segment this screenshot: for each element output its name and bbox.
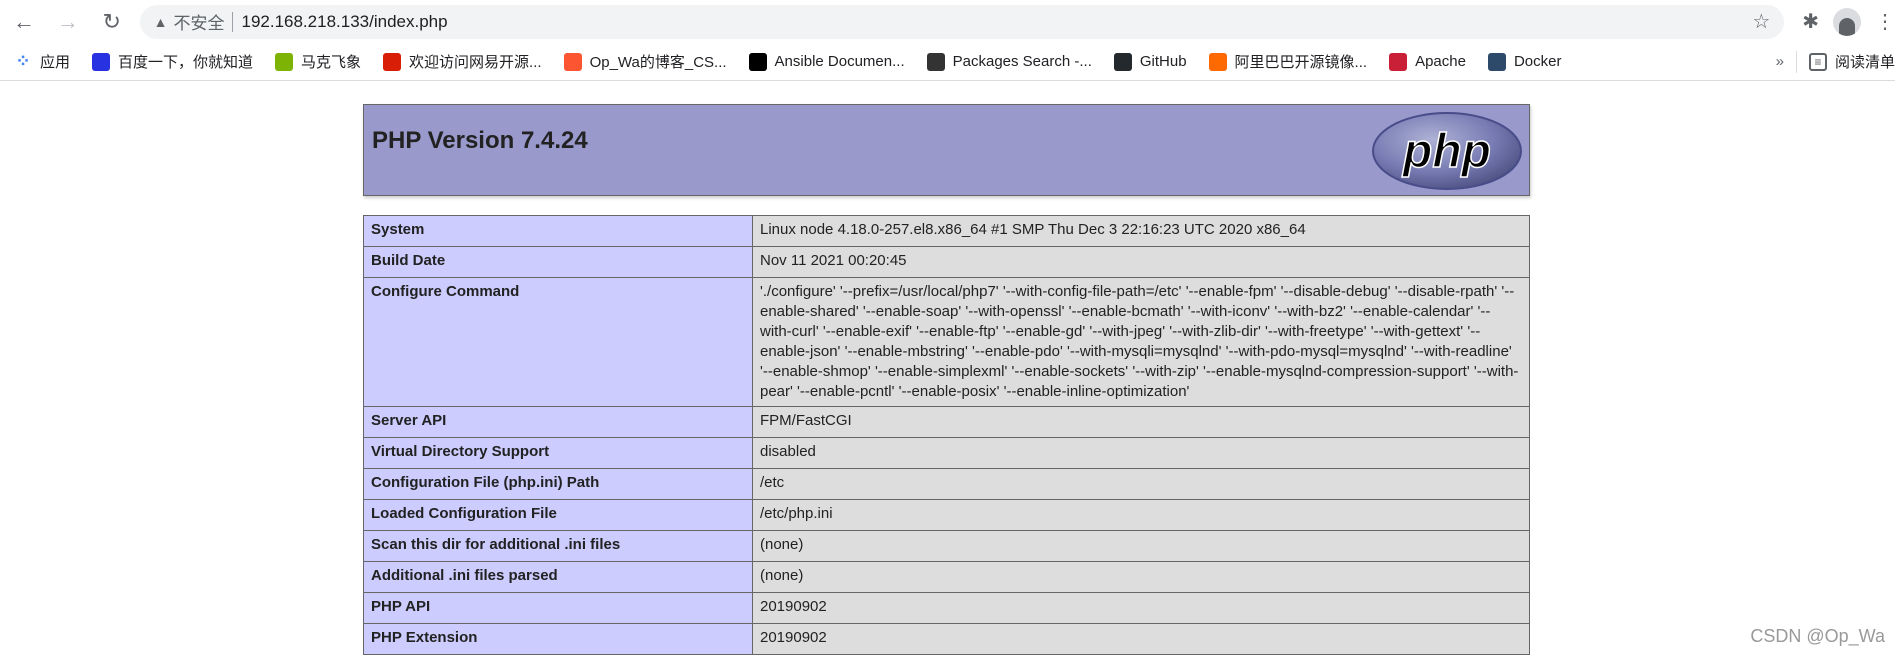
row-key: PHP API [363, 592, 753, 624]
table-row: Configuration File (php.ini) Path/etc [363, 468, 1530, 500]
bookmark-label: 欢迎访问网易开源... [409, 54, 542, 71]
bookmark-item[interactable]: ⁘ 应用 [14, 51, 70, 72]
watermark: CSDN @Op_Wa [1750, 626, 1885, 646]
table-row: Additional .ini files parsed (none) [363, 561, 1530, 593]
row-key: Configuration File (php.ini) Path [363, 468, 753, 500]
table-row: Build Date Nov 11 2021 00:20:45 [363, 246, 1530, 278]
row-key: Build Date [363, 246, 753, 278]
row-value: 20190902 [752, 592, 1530, 624]
address-bar[interactable]: ▲ 不安全 192.168.218.133/index.php ☆ [139, 4, 1785, 39]
reading-list-button[interactable]: ≡ 阅读清单 [1808, 51, 1895, 72]
back-button[interactable]: ← [4, 4, 44, 40]
row-key: Virtual Directory Support [363, 437, 753, 469]
bookmark-item[interactable]: 百度一下，你就知道 [92, 51, 253, 72]
bookmark-item[interactable]: 欢迎访问网易开源... [383, 51, 542, 72]
bookmark-item[interactable]: GitHub [1113, 52, 1187, 71]
docker-icon [1487, 52, 1506, 71]
row-value: './configure' '--prefix=/usr/local/php7'… [752, 277, 1530, 407]
row-key: Scan this dir for additional .ini files [363, 530, 753, 562]
php-version-header: PHP Version 7.4.24 php [363, 104, 1530, 196]
csdn-icon [563, 52, 582, 71]
row-key: Configure Command [363, 277, 753, 407]
url-text[interactable]: 192.168.218.133/index.php [241, 12, 447, 32]
apache-feather-icon [1389, 52, 1408, 71]
bookmark-item[interactable]: 阿里巴巴开源镜像... [1208, 51, 1368, 72]
row-value: FPM/FastCGI [752, 406, 1530, 438]
row-value: /etc/php.ini [752, 499, 1530, 531]
browser-toolbar: ← → ↻ ▲ 不安全 192.168.218.133/index.php ☆ … [0, 0, 1895, 43]
row-key: Loaded Configuration File [363, 499, 753, 531]
bookmark-item[interactable]: 马克飞象 [275, 51, 361, 72]
row-value: 20190902 [752, 623, 1530, 655]
security-status[interactable]: 不安全 [173, 9, 224, 34]
bookmark-label: Op_Wa的博客_CS... [589, 54, 727, 71]
baidu-paw-icon [92, 52, 111, 71]
page-title: PHP Version 7.4.24 [372, 127, 588, 154]
netease-icon [383, 52, 402, 71]
maxiang-icon [275, 52, 294, 71]
bookmark-star-icon[interactable]: ☆ [1752, 9, 1770, 34]
php-logo: php [1372, 112, 1522, 190]
profile-avatar[interactable] [1833, 7, 1862, 36]
bookmark-label: 应用 [40, 54, 71, 71]
reading-list-label: 阅读清单 [1834, 54, 1895, 71]
bookmark-item[interactable]: Apache [1389, 52, 1466, 71]
row-value: disabled [752, 437, 1530, 469]
bookmark-item[interactable]: Ansible Documen... [748, 52, 905, 71]
bookmark-item[interactable]: Docker [1487, 52, 1562, 71]
forward-button[interactable]: → [48, 4, 88, 40]
search-icon [926, 52, 945, 71]
warning-icon: ▲ [153, 13, 168, 30]
svg-text:php: php [1401, 125, 1491, 178]
bookmark-label: 马克飞象 [301, 54, 362, 71]
row-value: /etc [752, 468, 1530, 500]
bookmark-label: 阿里巴巴开源镜像... [1234, 54, 1368, 71]
table-row: Scan this dir for additional .ini files(… [363, 530, 1530, 562]
bookmark-item[interactable]: Op_Wa的博客_CS... [563, 51, 727, 72]
row-value: Linux node 4.18.0-257.el8.x86_64 #1 SMP … [752, 215, 1530, 247]
ansible-icon [748, 52, 767, 71]
reload-button[interactable]: ↻ [92, 4, 132, 40]
table-row: PHP API 20190902 [363, 592, 1530, 624]
row-value: Nov 11 2021 00:20:45 [752, 246, 1530, 278]
table-row: Loaded Configuration File/etc/php.ini [363, 499, 1530, 531]
bookmark-label: GitHub [1139, 53, 1187, 70]
table-row: PHP Extension 20190902 [363, 623, 1530, 655]
bookmarks-bar: ⁘ 应用 百度一下，你就知道 马克飞象 欢迎访问网易开源... Op_Wa的博客_CS..… [0, 43, 1895, 81]
phpinfo-page: PHP Version 7.4.24 php System Linux node … [363, 104, 1530, 655]
bookmark-label: Apache [1415, 53, 1466, 70]
row-key: System [363, 215, 753, 247]
reading-list-icon: ≡ [1808, 52, 1827, 71]
table-row: Server API FPM/FastCGI [363, 406, 1530, 438]
github-icon [1113, 52, 1132, 71]
apps-grid-icon: ⁘ [15, 51, 31, 71]
bookmark-label: Packages Search -... [952, 53, 1092, 70]
aliyun-icon [1208, 52, 1227, 71]
bookmarks-more-button[interactable]: » [1776, 53, 1784, 70]
menu-kebab-icon[interactable]: ⋮ [1875, 9, 1895, 34]
row-key: Additional .ini files parsed [363, 561, 753, 593]
divider [232, 11, 234, 32]
row-value: (none) [752, 561, 1530, 593]
row-key: PHP Extension [363, 623, 753, 655]
table-row: Configure Command './configure' '--prefix… [363, 277, 1530, 407]
phpinfo-table: System Linux node 4.18.0-257.el8.x86_64 #… [363, 215, 1530, 655]
row-value: (none) [752, 530, 1530, 562]
table-row: System Linux node 4.18.0-257.el8.x86_64 #… [363, 215, 1530, 247]
divider [1795, 50, 1797, 73]
row-key: Server API [363, 406, 753, 438]
bookmark-label: 百度一下，你就知道 [118, 54, 254, 71]
table-row: Virtual Directory Support disabled [363, 437, 1530, 469]
bookmark-label: Docker [1513, 53, 1562, 70]
bookmark-label: Ansible Documen... [774, 53, 905, 70]
extensions-puzzle-icon[interactable]: ✱ [1802, 9, 1819, 34]
bookmark-item[interactable]: Packages Search -... [926, 52, 1092, 71]
